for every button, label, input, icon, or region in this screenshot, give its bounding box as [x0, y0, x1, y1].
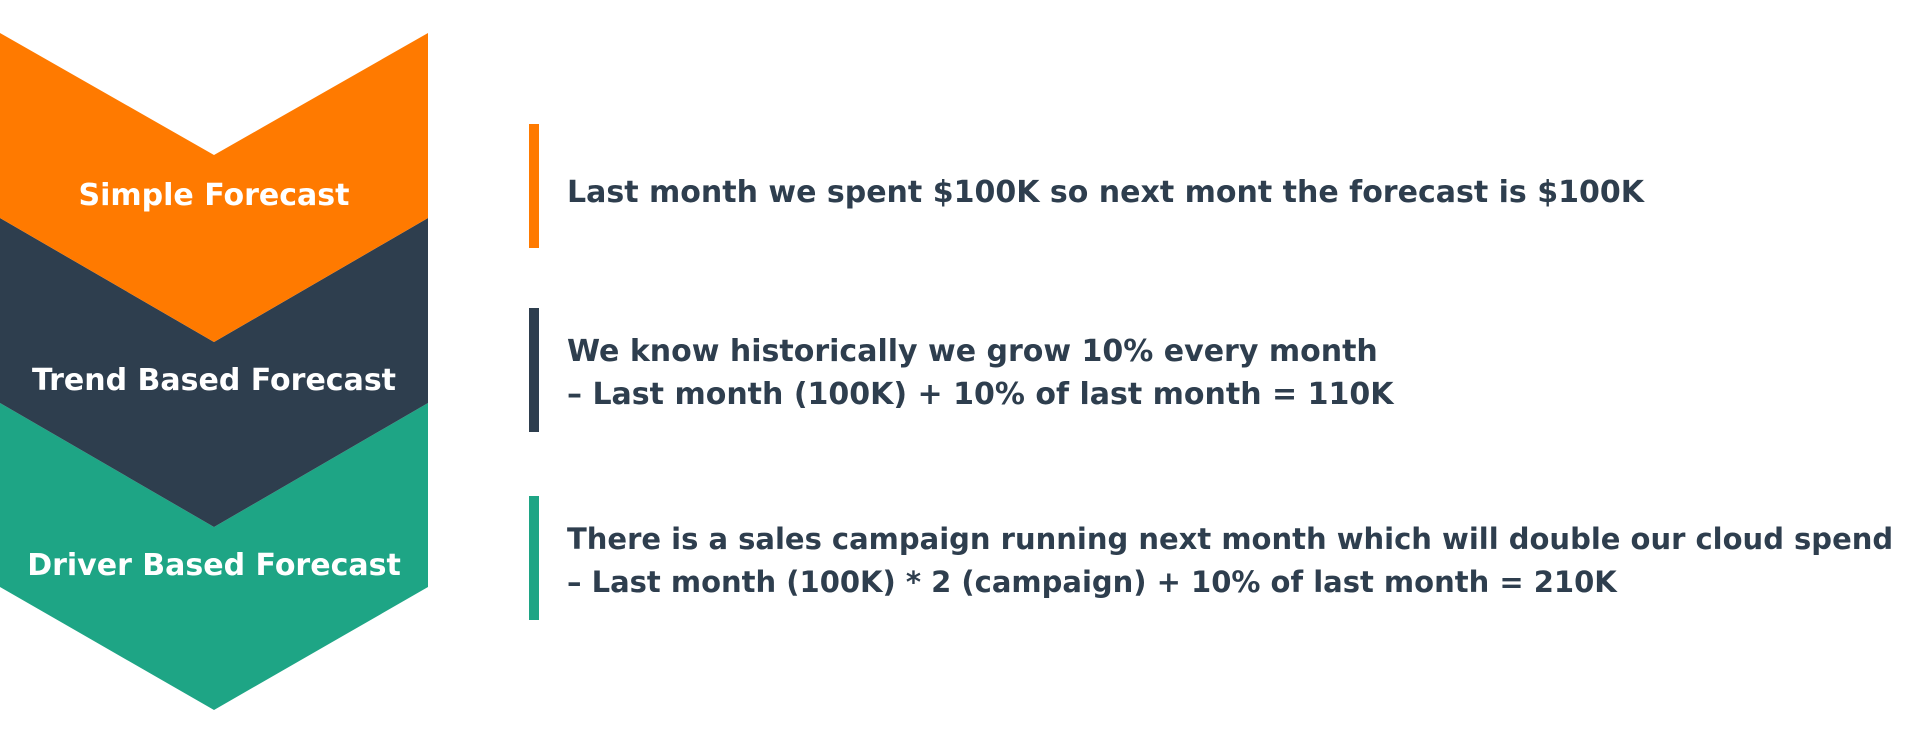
description-trend-based: We know historically we grow 10% every m… — [567, 330, 1393, 416]
accent-bar-driver-based — [529, 496, 539, 620]
chevron-label-driver-based: Driver Based Forecast — [27, 548, 401, 583]
description-line: – Last month (100K) * 2 (campaign) + 10%… — [567, 565, 1617, 599]
description-line: There is a sales campaign running next m… — [567, 522, 1894, 556]
forecast-chevron-stack: Simple Forecast Trend Based Forecast Dri… — [0, 33, 428, 710]
description-simple: Last month we spent $100K so next mont t… — [567, 171, 1644, 214]
description-line: – Last month (100K) + 10% of last month … — [567, 377, 1394, 412]
description-driver-based: There is a sales campaign running next m… — [567, 518, 1893, 604]
chevron-label-simple: Simple Forecast — [79, 178, 350, 213]
accent-bar-simple — [529, 124, 539, 248]
description-line: We know historically we grow 10% every m… — [567, 334, 1378, 369]
chevron-label-trend-based: Trend Based Forecast — [32, 363, 396, 398]
description-line: Last month we spent $100K so next mont t… — [567, 175, 1644, 210]
accent-bar-trend-based — [529, 308, 539, 432]
